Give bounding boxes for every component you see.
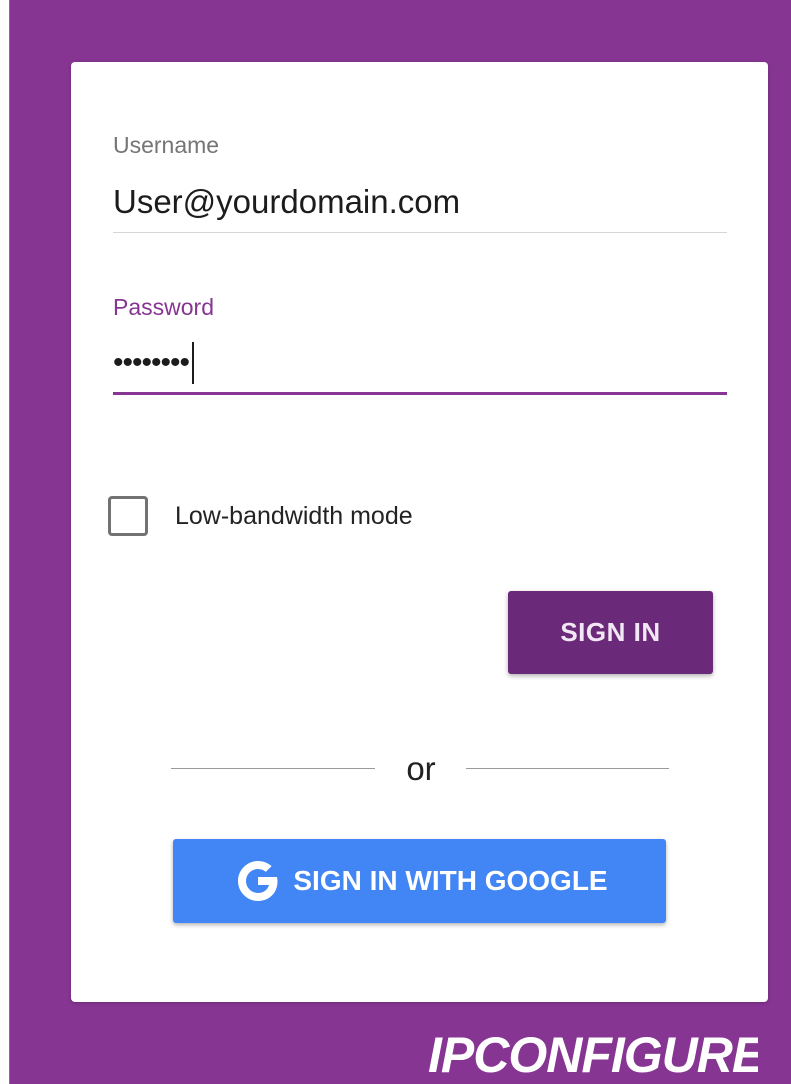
divider-or-text: or <box>406 750 436 787</box>
low-bandwidth-row[interactable]: Low-bandwidth mode <box>108 496 413 536</box>
low-bandwidth-label[interactable]: Low-bandwidth mode <box>175 502 413 531</box>
sign-in-button[interactable]: SIGN IN <box>508 591 713 674</box>
password-underline <box>113 392 727 395</box>
username-input[interactable]: User@yourdomain.com <box>113 181 727 221</box>
text-caret <box>192 342 195 384</box>
ipconfigure-logo: IPCONFIGURE <box>428 1030 758 1084</box>
password-field-group: Password •••••••• <box>113 294 727 395</box>
divider-line-right <box>466 768 669 769</box>
google-button-label: SIGN IN WITH GOOGLE <box>293 865 608 896</box>
password-input[interactable]: •••••••• <box>113 342 727 384</box>
login-card: Username User@yourdomain.com Password ••… <box>71 62 768 1002</box>
google-g-icon <box>231 854 285 908</box>
username-field-group: Username User@yourdomain.com <box>113 132 727 233</box>
login-background: Username User@yourdomain.com Password ••… <box>9 0 791 1084</box>
password-masked-value: •••••••• <box>113 346 190 379</box>
low-bandwidth-checkbox[interactable] <box>108 496 148 536</box>
username-label: Username <box>113 132 220 158</box>
or-divider: or <box>171 752 669 792</box>
password-label: Password <box>113 294 214 320</box>
logo-text: IPCONFIGURE <box>428 1030 758 1083</box>
sign-in-with-google-button[interactable]: SIGN IN WITH GOOGLE <box>173 839 666 923</box>
divider-line-left <box>171 768 375 769</box>
username-underline <box>113 232 727 233</box>
